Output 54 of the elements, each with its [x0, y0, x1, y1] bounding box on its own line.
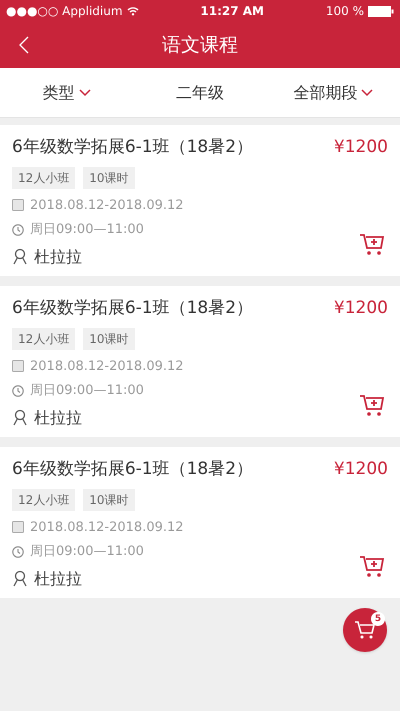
cart-icon [354, 620, 376, 640]
course-tag: 12人小班 [12, 328, 76, 350]
page-title: 语文课程 [162, 32, 238, 58]
cart-plus-icon [359, 555, 385, 579]
filter-dropdown[interactable]: 类型 [42, 80, 91, 104]
course-price: ¥1200 [334, 136, 388, 159]
chevron-down-icon [361, 88, 374, 96]
person-icon [12, 409, 28, 426]
add-to-cart-button[interactable] [359, 555, 385, 579]
course-tag: 10课时 [83, 328, 135, 350]
filter-dropdown[interactable]: 二年级 [176, 80, 224, 104]
course-title: 6年级数学拓展6-1班（18暑2） [12, 136, 254, 159]
date-range: 2018.08.12-2018.09.12 [30, 196, 184, 214]
clock-icon [12, 224, 24, 236]
course-tag: 10课时 [83, 488, 135, 510]
course-card[interactable]: 6年级数学拓展6-1班（18暑2） ¥1200 12人小班 10课时 2018.08.12-2018.09.12 周日09:00—11:00 杜拉拉 [0, 286, 400, 437]
battery-icon [368, 6, 394, 16]
date-range: 2018.08.12-2018.09.12 [30, 518, 184, 536]
cart-plus-icon [359, 394, 385, 418]
course-tag: 10课时 [83, 166, 135, 188]
add-to-cart-button[interactable] [359, 233, 385, 257]
person-icon [12, 570, 28, 587]
person-icon [12, 248, 28, 265]
course-title: 6年级数学拓展6-1班（18暑2） [12, 458, 254, 481]
class-schedule: 周日09:00—11:00 [30, 382, 144, 400]
date-range: 2018.08.12-2018.09.12 [30, 358, 184, 376]
cart-button[interactable]: 5 [343, 608, 387, 652]
course-card[interactable]: 6年级数学拓展6-1班（18暑2） ¥1200 12人小班 10课时 2018.08.12-2018.09.12 周日09:00—11:00 杜拉拉 [0, 125, 400, 276]
clock-icon [12, 546, 24, 558]
teacher-name: 杜拉拉 [34, 406, 82, 428]
class-schedule: 周日09:00—11:00 [30, 543, 144, 561]
chevron-down-icon [78, 88, 91, 96]
filter-dropdown[interactable]: 全部期段 [293, 80, 374, 104]
course-title: 6年级数学拓展6-1班（18暑2） [12, 297, 254, 320]
cart-plus-icon [359, 233, 385, 257]
course-tag: 12人小班 [12, 166, 76, 188]
calendar-icon [12, 521, 24, 534]
course-tag: 12人小班 [12, 488, 76, 510]
wifi-icon [126, 6, 139, 16]
calendar-icon [12, 199, 24, 212]
clock-text: 11:27 AM [200, 3, 264, 20]
class-schedule: 周日09:00—11:00 [30, 221, 144, 239]
course-price: ¥1200 [334, 458, 388, 481]
cart-count-badge: 5 [371, 612, 385, 626]
teacher-name: 杜拉拉 [34, 246, 82, 268]
teacher-name: 杜拉拉 [34, 568, 82, 590]
calendar-icon [12, 360, 24, 372]
course-price: ¥1200 [334, 297, 388, 320]
clock-icon [12, 384, 24, 397]
add-to-cart-button[interactable] [359, 394, 385, 418]
carrier-text: ●●●○○ Applidium [6, 3, 123, 20]
course-card[interactable]: 6年级数学拓展6-1班（18暑2） ¥1200 12人小班 10课时 2018.08.12-2018.09.12 周日09:00—11:00 杜拉拉 [0, 447, 400, 598]
back-icon [19, 36, 29, 54]
battery-text: 100 % [326, 3, 364, 20]
